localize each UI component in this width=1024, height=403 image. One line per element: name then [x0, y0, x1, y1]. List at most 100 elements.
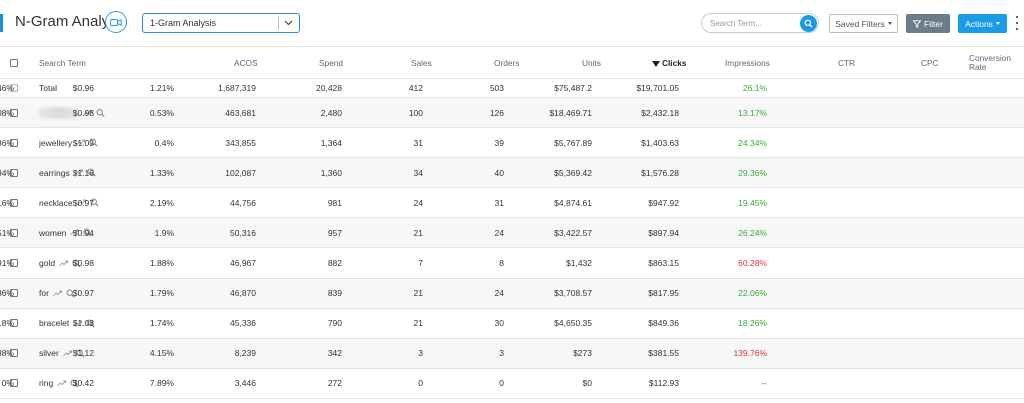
cell-ctr: 1.21%	[149, 83, 174, 93]
cell-impressions: 3,446	[234, 378, 256, 389]
cell-clicks: 957	[327, 227, 342, 238]
cell-conv: 0.91%	[0, 258, 14, 269]
table-row: for 22.06% $817.95 $3,708.57 24 21 839 46,870 1.…	[0, 278, 1024, 309]
cell-sales: $0	[582, 378, 592, 389]
cell-units: 24	[413, 197, 423, 208]
filter-button[interactable]: Filter	[906, 14, 950, 33]
cell-cpc: $0.98	[72, 107, 94, 118]
search-term-text: for	[39, 288, 49, 299]
cell-conv: 3.8%	[0, 318, 14, 329]
cell-orders: 30	[494, 318, 504, 329]
cell-ctr: 1.33%	[149, 167, 174, 178]
table-header-row: Search Term ACOS Spend Sales Orders Unit…	[0, 46, 1024, 79]
select-divider	[278, 16, 279, 30]
cell-spend: $1,403.63	[641, 137, 679, 148]
col-search-term[interactable]: Search Term	[39, 58, 86, 68]
cell-units: 21	[413, 318, 423, 329]
cell-impressions: 46,870	[230, 288, 256, 299]
video-tutorial-button[interactable]	[105, 11, 127, 33]
cell-sales: $75,487.2	[554, 83, 592, 93]
cell-impressions: 343,855	[225, 137, 256, 148]
table-row: jewellery 24.34% $1,403.63 $5,767.89 39 31 1,3…	[0, 128, 1024, 159]
col-cpc[interactable]: CPC	[921, 58, 939, 68]
magnify-icon[interactable]	[96, 108, 105, 117]
table-row: earrings 29.36% $1,576.28 $5,369.42 40 34 1,36…	[0, 158, 1024, 189]
col-clicks[interactable]: Clicks	[652, 58, 686, 68]
cell-acos: 26.1%	[742, 83, 767, 93]
cell-acos: 26.24%	[738, 227, 767, 238]
col-units[interactable]: Units	[582, 58, 601, 68]
kebab-menu-icon[interactable]	[1015, 16, 1019, 30]
col-ctr[interactable]: CTR	[838, 58, 855, 68]
cell-sales: $1,432	[566, 258, 592, 269]
table-row: women 26.24% $897.94 $3,422.57 24 21 957 50,316…	[0, 218, 1024, 249]
col-clicks-label: Clicks	[662, 57, 687, 68]
cell-ctr: 4.15%	[149, 348, 174, 359]
cell-conv: 5.08%	[0, 107, 14, 118]
actions-button[interactable]: Actions	[958, 14, 1007, 33]
col-impressions[interactable]: Impressions	[725, 58, 770, 68]
select-all-checkbox[interactable]	[10, 58, 18, 67]
col-spend[interactable]: Spend	[319, 58, 343, 68]
col-conversion-rate[interactable]: Conversion Rate	[969, 53, 1011, 72]
col-orders[interactable]: Orders	[494, 58, 519, 68]
cell-clicks: 20,428	[316, 83, 342, 93]
col-sales[interactable]: Sales	[411, 58, 432, 68]
cell-conv: 2.46%	[0, 83, 14, 93]
cell-sales: $5,767.89	[554, 137, 592, 148]
cell-cpc: $0.97	[72, 288, 94, 299]
cell-sales: $4,874.61	[554, 197, 592, 208]
cell-ctr: 1.79%	[149, 288, 174, 299]
gram-type-select-value: 1-Gram Analysis	[150, 18, 217, 28]
cell-acos: 18.26%	[738, 318, 767, 329]
cell-units: 412	[408, 83, 423, 93]
cell-conv: 0.88%	[0, 348, 14, 359]
cell-conv: 2.51%	[0, 227, 14, 238]
cell-sales: $5,369.42	[554, 167, 592, 178]
title-accent-bar	[0, 14, 3, 32]
video-camera-icon	[110, 18, 122, 26]
col-conversion-line2: Rate	[969, 61, 987, 72]
cell-impressions: 46,967	[230, 258, 256, 269]
gram-type-select[interactable]: 1-Gram Analysis	[142, 13, 300, 33]
cell-acos: 24.34%	[738, 137, 767, 148]
cell-sales: $3,422.57	[554, 227, 592, 238]
cell-impressions: 1,687,319	[218, 83, 256, 93]
cell-clicks: 1,364	[320, 137, 342, 148]
cell-clicks: 839	[327, 288, 342, 299]
cell-spend: $19,701.05	[636, 83, 679, 93]
search-term-text: silver	[39, 348, 59, 359]
cell-sales: $3,708.57	[554, 288, 592, 299]
cell-units: 21	[413, 227, 423, 238]
search-term-input[interactable]	[710, 17, 798, 30]
search-button[interactable]	[800, 15, 817, 32]
trend-chart-icon[interactable]	[53, 289, 62, 298]
cell-orders: 39	[494, 137, 504, 148]
cell-acos: 60.28%	[738, 258, 767, 269]
table-row: gold 60.28% $863.15 $1,432 8 7 882 46,967 1.88% $…	[0, 249, 1024, 279]
cell-orders: 126	[489, 107, 504, 118]
cell-orders: 8	[499, 258, 504, 269]
search-term-text: necklace	[39, 197, 73, 208]
col-acos[interactable]: ACOS	[234, 58, 258, 68]
funnel-icon	[913, 19, 922, 28]
search-term-box	[701, 13, 819, 33]
cell-orders: 0	[499, 378, 504, 389]
saved-filters-button[interactable]: Saved Filters	[829, 14, 898, 33]
cell-spend: $863.15	[648, 258, 679, 269]
trend-chart-icon[interactable]	[57, 379, 67, 388]
trend-chart-icon[interactable]	[59, 259, 69, 268]
page-header: N-Gram Analysis 1-Gram Analysis Saved Fi…	[0, 0, 1024, 46]
cell-orders: 24	[494, 288, 504, 299]
cell-orders: 40	[494, 167, 504, 178]
table-row: necklace 19.45% $947.92 $4,874.61 31 24 981 44,…	[0, 188, 1024, 219]
trend-chart-icon[interactable]	[63, 349, 72, 358]
cell-units: 21	[413, 288, 423, 299]
cell-spend: $2,432.18	[641, 107, 679, 118]
cell-impressions: 102,087	[225, 167, 256, 178]
cell-cpc: $0.96	[72, 83, 94, 93]
cell-clicks: 1,360	[320, 167, 342, 178]
search-icon	[804, 19, 813, 28]
cell-conv: 2.94%	[0, 167, 14, 178]
cell-acos: 139.76%	[733, 348, 767, 359]
